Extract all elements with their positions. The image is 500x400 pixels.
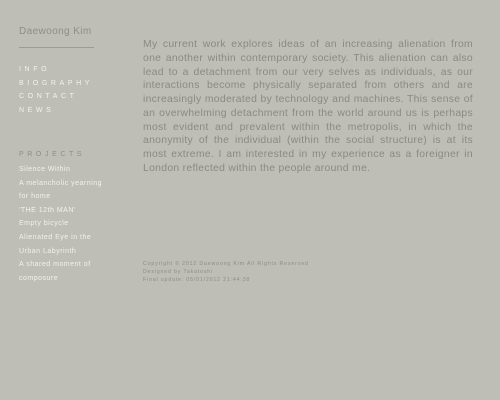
last-update-text: Final update: 05/01/2012 21:44:38	[143, 277, 251, 284]
projects-heading: PROJECTS	[19, 151, 86, 158]
project-link-alienated-eye[interactable]: Alienated Eye in the	[19, 231, 119, 245]
copyright-text: Copyright © 2012 Daewoong Kim All Rights…	[143, 261, 309, 267]
nav-item-contact[interactable]: CONTACT	[19, 90, 93, 104]
nav-item-biography[interactable]: BIOGRAPHY	[19, 77, 93, 91]
project-link-silence-within[interactable]: Silence Within	[19, 163, 119, 177]
nav-item-news[interactable]: NEWS	[19, 104, 93, 118]
main-nav: INFO BIOGRAPHY CONTACT NEWS	[19, 63, 93, 117]
footer: Copyright © 2012 Daewoong Kim All Rights…	[143, 260, 309, 285]
artist-statement: My current work explores ideas of an inc…	[143, 39, 473, 174]
project-link-12th-man[interactable]: 'THE 12th MAN'	[19, 204, 119, 218]
project-link-melancholic-yearning[interactable]: A melancholic yearning	[19, 177, 119, 191]
project-link-melancholic-yearning-cont[interactable]: for home	[19, 190, 119, 204]
divider	[19, 47, 94, 48]
page: Daewoong Kim INFO BIOGRAPHY CONTACT NEWS…	[0, 0, 500, 400]
project-link-shared-moment-cont[interactable]: composure	[19, 272, 119, 286]
project-link-alienated-eye-cont[interactable]: Urban Labyrinth	[19, 245, 119, 259]
project-link-empty-bicycle[interactable]: Empty bicycle	[19, 217, 119, 231]
project-list: Silence Within A melancholic yearning fo…	[19, 163, 119, 285]
project-link-shared-moment[interactable]: A shared moment of	[19, 258, 119, 272]
nav-item-info[interactable]: INFO	[19, 63, 93, 77]
designer-credit: Designed by Takatoshi	[143, 269, 213, 276]
site-name[interactable]: Daewoong Kim	[19, 26, 92, 37]
